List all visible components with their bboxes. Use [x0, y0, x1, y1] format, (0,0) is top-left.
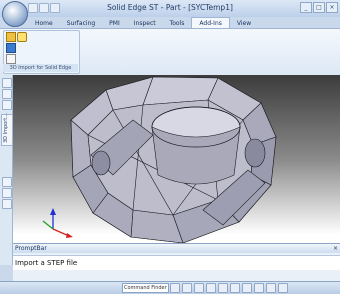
library-icon[interactable] — [2, 188, 12, 198]
prompt-bar-close-icon[interactable]: × — [333, 244, 338, 253]
prompt-text: Import a STEP file — [13, 255, 340, 270]
application-button[interactable] — [2, 1, 28, 27]
command-finder-input[interactable]: Command Finder — [122, 283, 169, 293]
triad-axes-icon — [42, 208, 73, 238]
import-step-icon[interactable] — [17, 32, 27, 42]
top-bore — [151, 106, 241, 185]
features-icon[interactable] — [2, 100, 12, 110]
layers-icon[interactable] — [2, 89, 12, 99]
model-view[interactable] — [13, 75, 340, 243]
ribbon-tabs: Home Surfacing PMI Inspect Tools Add-Ins View — [28, 17, 340, 29]
close-button[interactable]: × — [326, 2, 338, 13]
pan-icon[interactable] — [218, 283, 228, 293]
zoom-icon[interactable] — [194, 283, 204, 293]
rotate-icon[interactable] — [230, 283, 240, 293]
left-toolbar — [0, 75, 13, 265]
display-icon[interactable] — [278, 283, 288, 293]
graphics-viewport[interactable] — [13, 75, 340, 243]
ribbon-group-label: 3D Import for Solid Edge — [3, 64, 78, 72]
document-icon[interactable] — [6, 54, 16, 64]
window-controls: _ □ × — [299, 2, 338, 13]
vertical-tab-3d-import[interactable]: 3D Import... — [1, 113, 13, 146]
pathfinder-icon[interactable] — [2, 78, 12, 88]
view-orientation-icon[interactable] — [242, 283, 252, 293]
open-folder-icon[interactable] — [6, 32, 16, 42]
shading-icon[interactable] — [254, 283, 264, 293]
prompt-bar: PromptBar × Import a STEP file — [13, 243, 340, 282]
zoom-area-icon[interactable] — [182, 283, 192, 293]
minimize-button[interactable]: _ — [300, 2, 312, 13]
sensors-icon[interactable] — [2, 199, 12, 209]
import-options-icon[interactable] — [6, 43, 16, 53]
search-icon[interactable] — [170, 283, 180, 293]
window-title: Solid Edge ST - Part - [SYCTemp1] — [107, 3, 233, 12]
prompt-bar-title: PromptBar — [13, 244, 340, 253]
maximize-button[interactable]: □ — [313, 2, 325, 13]
view-style-icon[interactable] — [266, 283, 276, 293]
fit-icon[interactable] — [206, 283, 216, 293]
measure-icon[interactable] — [2, 177, 12, 187]
